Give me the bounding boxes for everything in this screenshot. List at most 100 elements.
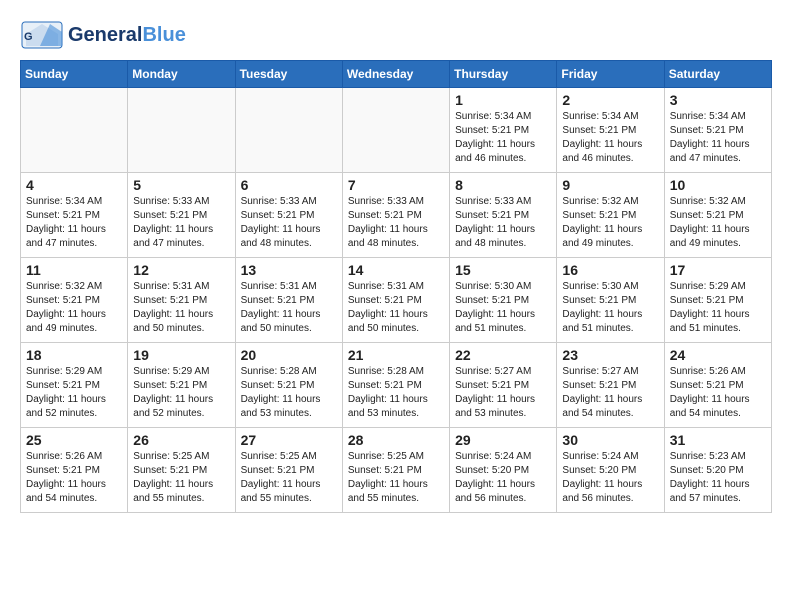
- day-number: 10: [670, 177, 766, 193]
- day-info: Sunrise: 5:28 AM Sunset: 5:21 PM Dayligh…: [348, 365, 444, 421]
- day-number: 14: [348, 262, 444, 278]
- day-number: 12: [133, 262, 229, 278]
- header-wednesday: Wednesday: [342, 61, 449, 88]
- week-row-1: 1 Sunrise: 5:34 AM Sunset: 5:21 PM Daylig…: [21, 88, 772, 173]
- week-row-4: 18 Sunrise: 5:29 AM Sunset: 5:21 PM Dayli…: [21, 343, 772, 428]
- day-number: 20: [241, 347, 337, 363]
- day-info: Sunrise: 5:25 AM Sunset: 5:21 PM Dayligh…: [348, 450, 444, 506]
- day-info: Sunrise: 5:25 AM Sunset: 5:21 PM Dayligh…: [241, 450, 337, 506]
- day-cell: 24Sunrise: 5:26 AM Sunset: 5:21 PM Dayli…: [664, 343, 771, 428]
- day-cell: [342, 88, 449, 173]
- day-cell: 25 Sunrise: 5:26 AM Sunset: 5:21 PM Dayli…: [21, 428, 128, 513]
- day-cell: 21 Sunrise: 5:28 AM Sunset: 5:21 PM Dayli…: [342, 343, 449, 428]
- day-number: 19: [133, 347, 229, 363]
- day-info: Sunrise: 5:34 AM Sunset: 5:21 PM Dayligh…: [562, 110, 658, 166]
- day-info: Sunrise: 5:33 AM Sunset: 5:21 PM Dayligh…: [133, 195, 229, 251]
- day-info: Sunrise: 5:32 AM Sunset: 5:21 PM Dayligh…: [670, 195, 766, 251]
- day-cell: 28 Sunrise: 5:25 AM Sunset: 5:21 PM Dayli…: [342, 428, 449, 513]
- day-cell: 23Sunrise: 5:27 AM Sunset: 5:21 PM Dayli…: [557, 343, 664, 428]
- svg-text:G: G: [24, 31, 33, 43]
- day-number: 6: [241, 177, 337, 193]
- day-cell: 16 Sunrise: 5:30 AM Sunset: 5:21 PM Dayli…: [557, 258, 664, 343]
- header-thursday: Thursday: [450, 61, 557, 88]
- day-number: 13: [241, 262, 337, 278]
- day-info: Sunrise: 5:29 AM Sunset: 5:21 PM Dayligh…: [670, 280, 766, 336]
- day-cell: 22 Sunrise: 5:27 AM Sunset: 5:21 PM Dayli…: [450, 343, 557, 428]
- day-number: 7: [348, 177, 444, 193]
- day-number: 2: [562, 92, 658, 108]
- header-monday: Monday: [128, 61, 235, 88]
- day-cell: 19 Sunrise: 5:29 AM Sunset: 5:21 PM Dayli…: [128, 343, 235, 428]
- day-info: Sunrise: 5:29 AM Sunset: 5:21 PM Dayligh…: [26, 365, 122, 421]
- day-info: Sunrise: 5:32 AM Sunset: 5:21 PM Dayligh…: [26, 280, 122, 336]
- day-number: 9: [562, 177, 658, 193]
- day-cell: 3 Sunrise: 5:34 AM Sunset: 5:21 PM Daylig…: [664, 88, 771, 173]
- day-info: Sunrise: 5:26 AM Sunset: 5:21 PM Dayligh…: [26, 450, 122, 506]
- day-number: 4: [26, 177, 122, 193]
- day-info: Sunrise: 5:25 AM Sunset: 5:21 PM Dayligh…: [133, 450, 229, 506]
- day-info: Sunrise: 5:28 AM Sunset: 5:21 PM Dayligh…: [241, 365, 337, 421]
- day-number: 28: [348, 432, 444, 448]
- day-number: 22: [455, 347, 551, 363]
- day-number: 26: [133, 432, 229, 448]
- header-row: SundayMondayTuesdayWednesdayThursdayFrid…: [21, 61, 772, 88]
- day-cell: 7 Sunrise: 5:33 AM Sunset: 5:21 PM Daylig…: [342, 173, 449, 258]
- day-number: 29: [455, 432, 551, 448]
- day-cell: 10 Sunrise: 5:32 AM Sunset: 5:21 PM Dayli…: [664, 173, 771, 258]
- day-number: 16: [562, 262, 658, 278]
- day-info: Sunrise: 5:30 AM Sunset: 5:21 PM Dayligh…: [455, 280, 551, 336]
- day-info: Sunrise: 5:34 AM Sunset: 5:21 PM Dayligh…: [455, 110, 551, 166]
- day-number: 25: [26, 432, 122, 448]
- day-cell: 12 Sunrise: 5:31 AM Sunset: 5:21 PM Dayli…: [128, 258, 235, 343]
- header-saturday: Saturday: [664, 61, 771, 88]
- day-cell: [128, 88, 235, 173]
- day-cell: 17 Sunrise: 5:29 AM Sunset: 5:21 PM Dayli…: [664, 258, 771, 343]
- day-info: Sunrise: 5:34 AM Sunset: 5:21 PM Dayligh…: [670, 110, 766, 166]
- day-number: 31: [670, 432, 766, 448]
- day-cell: 31 Sunrise: 5:23 AM Sunset: 5:20 PM Dayli…: [664, 428, 771, 513]
- day-cell: 30Sunrise: 5:24 AM Sunset: 5:20 PM Dayli…: [557, 428, 664, 513]
- day-cell: 14Sunrise: 5:31 AM Sunset: 5:21 PM Dayli…: [342, 258, 449, 343]
- day-cell: 9 Sunrise: 5:32 AM Sunset: 5:21 PM Daylig…: [557, 173, 664, 258]
- day-number: 17: [670, 262, 766, 278]
- day-number: 30: [562, 432, 658, 448]
- day-cell: [235, 88, 342, 173]
- day-cell: 1 Sunrise: 5:34 AM Sunset: 5:21 PM Daylig…: [450, 88, 557, 173]
- day-cell: 8 Sunrise: 5:33 AM Sunset: 5:21 PM Daylig…: [450, 173, 557, 258]
- day-cell: 2 Sunrise: 5:34 AM Sunset: 5:21 PM Daylig…: [557, 88, 664, 173]
- day-cell: 4Sunrise: 5:34 AM Sunset: 5:21 PM Daylig…: [21, 173, 128, 258]
- day-number: 18: [26, 347, 122, 363]
- day-info: Sunrise: 5:33 AM Sunset: 5:21 PM Dayligh…: [455, 195, 551, 251]
- week-row-3: 11 Sunrise: 5:32 AM Sunset: 5:21 PM Dayli…: [21, 258, 772, 343]
- day-number: 8: [455, 177, 551, 193]
- day-number: 1: [455, 92, 551, 108]
- day-cell: 13 Sunrise: 5:31 AM Sunset: 5:21 PM Dayli…: [235, 258, 342, 343]
- header-sunday: Sunday: [21, 61, 128, 88]
- day-cell: 5 Sunrise: 5:33 AM Sunset: 5:21 PM Daylig…: [128, 173, 235, 258]
- day-info: Sunrise: 5:33 AM Sunset: 5:21 PM Dayligh…: [241, 195, 337, 251]
- week-row-5: 25 Sunrise: 5:26 AM Sunset: 5:21 PM Dayli…: [21, 428, 772, 513]
- day-cell: 18 Sunrise: 5:29 AM Sunset: 5:21 PM Dayli…: [21, 343, 128, 428]
- day-number: 5: [133, 177, 229, 193]
- day-cell: 15 Sunrise: 5:30 AM Sunset: 5:21 PM Dayli…: [450, 258, 557, 343]
- day-info: Sunrise: 5:31 AM Sunset: 5:21 PM Dayligh…: [241, 280, 337, 336]
- logo-text: GeneralBlue: [68, 24, 186, 46]
- day-info: Sunrise: 5:23 AM Sunset: 5:20 PM Dayligh…: [670, 450, 766, 506]
- day-info: Sunrise: 5:33 AM Sunset: 5:21 PM Dayligh…: [348, 195, 444, 251]
- day-cell: 11 Sunrise: 5:32 AM Sunset: 5:21 PM Dayli…: [21, 258, 128, 343]
- day-info: Sunrise: 5:32 AM Sunset: 5:21 PM Dayligh…: [562, 195, 658, 251]
- day-cell: 20 Sunrise: 5:28 AM Sunset: 5:21 PM Dayli…: [235, 343, 342, 428]
- day-cell: [21, 88, 128, 173]
- page-header: G GeneralBlue: [20, 20, 772, 50]
- day-number: 23: [562, 347, 658, 363]
- day-cell: 6 Sunrise: 5:33 AM Sunset: 5:21 PM Daylig…: [235, 173, 342, 258]
- day-number: 21: [348, 347, 444, 363]
- day-info: Sunrise: 5:30 AM Sunset: 5:21 PM Dayligh…: [562, 280, 658, 336]
- day-info: Sunrise: 5:27 AM Sunset: 5:21 PM Dayligh…: [455, 365, 551, 421]
- day-info: Sunrise: 5:29 AM Sunset: 5:21 PM Dayligh…: [133, 365, 229, 421]
- day-number: 15: [455, 262, 551, 278]
- day-number: 3: [670, 92, 766, 108]
- calendar-table: SundayMondayTuesdayWednesdayThursdayFrid…: [20, 60, 772, 513]
- day-info: Sunrise: 5:31 AM Sunset: 5:21 PM Dayligh…: [133, 280, 229, 336]
- day-number: 11: [26, 262, 122, 278]
